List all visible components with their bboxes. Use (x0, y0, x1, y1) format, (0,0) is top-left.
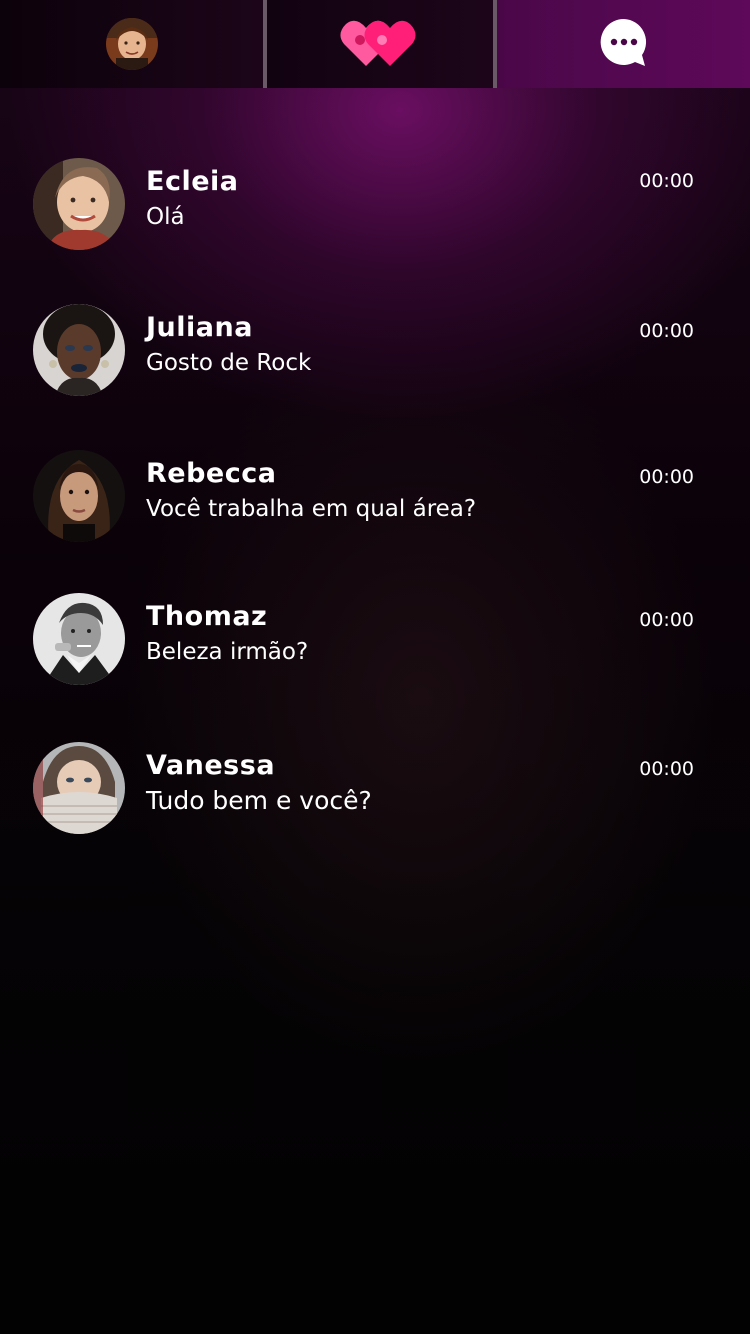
avatar (33, 304, 125, 396)
message-time: 00:00 (639, 170, 694, 192)
last-message: Tudo bem e você? (146, 786, 372, 815)
contact-name: Rebecca (146, 458, 277, 489)
last-message: Gosto de Rock (146, 350, 312, 376)
contact-name: Juliana (146, 312, 253, 343)
tab-profile[interactable] (0, 0, 263, 88)
contact-name: Thomaz (146, 601, 268, 632)
message-time: 00:00 (639, 609, 694, 631)
top-tab-bar (0, 0, 750, 88)
avatar (33, 450, 125, 542)
tab-matches[interactable] (263, 0, 493, 88)
conversation-item[interactable]: Rebecca Você trabalha em qual área? 00:0… (0, 450, 750, 550)
last-message: Olá (146, 204, 185, 230)
avatar (33, 742, 125, 834)
message-time: 00:00 (639, 320, 694, 342)
avatar (33, 593, 125, 685)
message-time: 00:00 (639, 466, 694, 488)
tab-chat[interactable] (493, 0, 750, 88)
profile-avatar-icon[interactable] (105, 18, 158, 70)
conversation-item[interactable]: Thomaz Beleza irmão? 00:00 (0, 593, 750, 693)
contact-name: Ecleia (146, 166, 239, 197)
last-message: Beleza irmão? (146, 639, 309, 665)
chat-bubble-icon (599, 17, 649, 71)
message-time: 00:00 (639, 758, 694, 780)
double-heart-icon (340, 16, 420, 72)
conversation-item[interactable]: Vanessa Tudo bem e você? 00:00 (0, 742, 750, 842)
contact-name: Vanessa (146, 750, 276, 781)
avatar (33, 158, 125, 250)
last-message: Você trabalha em qual área? (146, 496, 477, 522)
conversation-item[interactable]: Ecleia Olá 00:00 (0, 158, 750, 258)
conversation-item[interactable]: Juliana Gosto de Rock 00:00 (0, 304, 750, 404)
